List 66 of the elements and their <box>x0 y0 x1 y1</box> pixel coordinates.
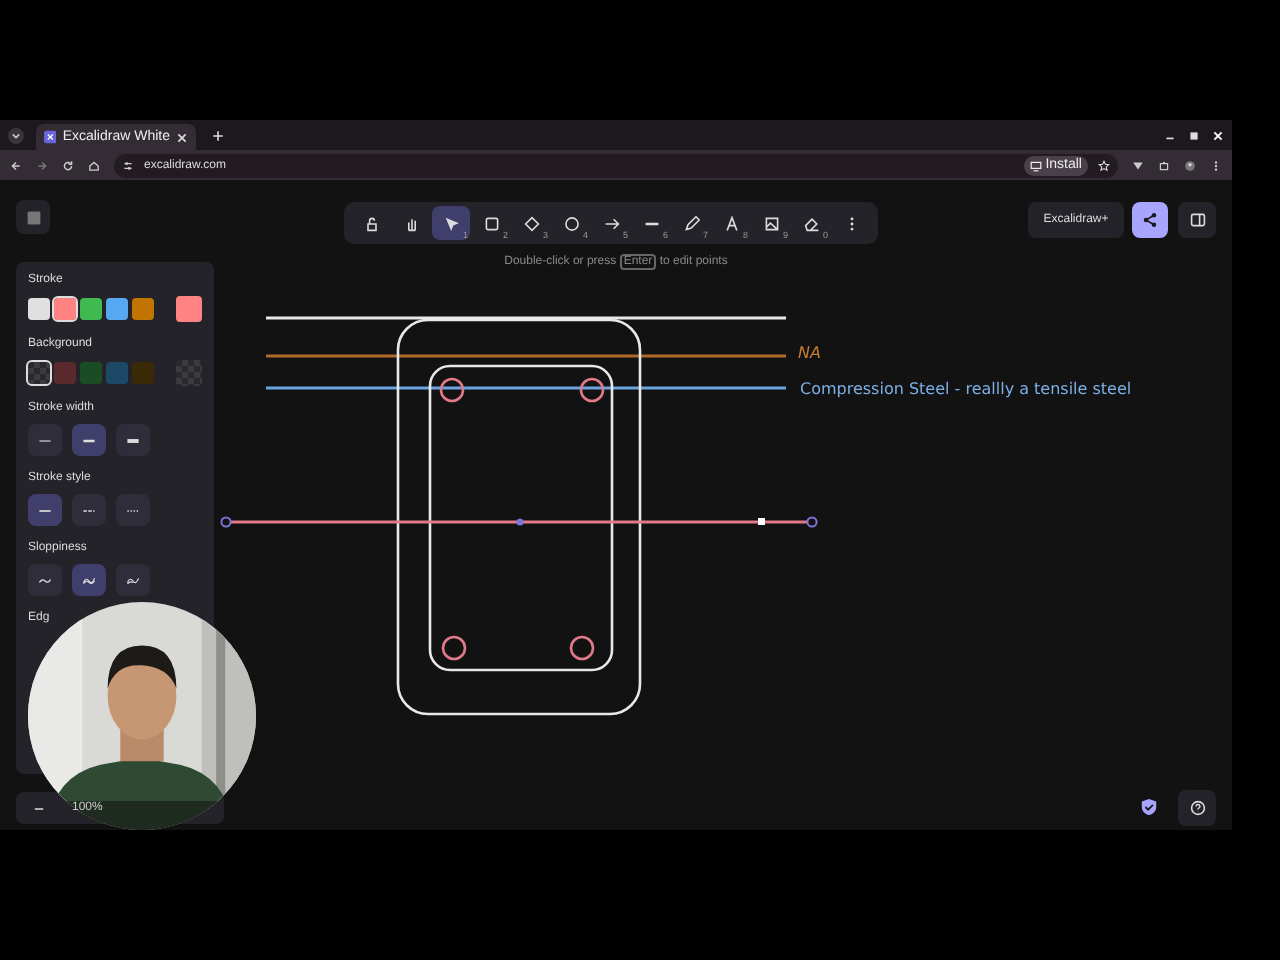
line-endpoint-handle[interactable] <box>220 516 232 528</box>
image-icon <box>763 215 779 231</box>
funnel-icon[interactable] <box>1132 159 1144 171</box>
cursor-icon <box>443 215 459 231</box>
color-swatch[interactable] <box>80 298 102 320</box>
star-icon[interactable] <box>1098 159 1110 171</box>
arrow-icon <box>603 215 619 231</box>
color-swatch[interactable] <box>28 298 50 320</box>
reload-icon[interactable] <box>62 159 74 171</box>
sloppiness-option[interactable] <box>116 564 150 596</box>
line-point-handle[interactable] <box>758 518 765 525</box>
line-midpoint-handle[interactable] <box>516 518 524 526</box>
canvas-text: NA <box>798 344 821 362</box>
help-icon <box>1189 800 1205 816</box>
help-button[interactable] <box>1178 790 1216 826</box>
tab-list-icon[interactable] <box>8 127 24 143</box>
stroke-width-option[interactable] <box>72 424 106 456</box>
color-swatch[interactable] <box>54 298 76 320</box>
close-icon[interactable] <box>176 131 188 143</box>
rebar-circle <box>439 377 465 403</box>
site-logo-icon <box>44 130 57 144</box>
sidebar-icon <box>1189 212 1205 228</box>
maximize-icon[interactable] <box>1188 129 1200 141</box>
color-swatch[interactable] <box>54 362 76 384</box>
color-swatch[interactable] <box>106 298 128 320</box>
site-info-icon[interactable] <box>122 159 134 171</box>
current-color-swatch[interactable] <box>176 296 202 322</box>
lock-icon <box>363 215 379 231</box>
shield-check-icon[interactable] <box>1140 798 1158 816</box>
square-icon <box>25 209 41 225</box>
close-window-icon[interactable] <box>1212 129 1224 141</box>
canvas-text: Compression Steel - reallly a tensile steel <box>800 380 1132 398</box>
ellipse-icon <box>563 215 579 231</box>
home-icon[interactable] <box>88 159 100 171</box>
rebar-circle <box>569 635 595 661</box>
share-icon <box>1142 212 1158 228</box>
rectangle-icon <box>483 215 499 231</box>
color-swatch[interactable] <box>106 362 128 384</box>
color-swatch[interactable] <box>80 362 102 384</box>
rebar-circle <box>579 377 605 403</box>
sidebar-toggle-button[interactable] <box>1178 202 1216 238</box>
pencil-icon <box>683 215 699 231</box>
sloppiness-option[interactable] <box>72 564 106 596</box>
line-endpoint-handle[interactable] <box>806 516 818 528</box>
rebar-circle <box>441 635 467 661</box>
new-tab-icon[interactable] <box>212 129 224 141</box>
kebab-menu-icon[interactable] <box>1210 159 1222 171</box>
monitor-icon <box>1029 159 1042 171</box>
share-button[interactable] <box>1132 202 1168 238</box>
stroke-width-option[interactable] <box>116 424 150 456</box>
forward-icon[interactable] <box>36 159 48 171</box>
extra-icon <box>126 433 140 447</box>
back-icon[interactable] <box>10 159 22 171</box>
color-swatch[interactable] <box>28 362 50 384</box>
stroke-style-option[interactable] <box>28 494 62 526</box>
color-swatch[interactable] <box>132 298 154 320</box>
selected-line[interactable] <box>230 520 808 524</box>
diamond-icon <box>523 215 539 231</box>
eraser-icon <box>803 215 819 231</box>
menu-button[interactable] <box>16 200 50 234</box>
hand-icon <box>403 215 419 231</box>
text-icon <box>723 215 739 231</box>
sloppiness-option[interactable] <box>28 564 62 596</box>
color-swatch[interactable] <box>132 362 154 384</box>
profile-icon[interactable] <box>1184 159 1196 171</box>
puzzle-icon[interactable] <box>1158 159 1170 171</box>
